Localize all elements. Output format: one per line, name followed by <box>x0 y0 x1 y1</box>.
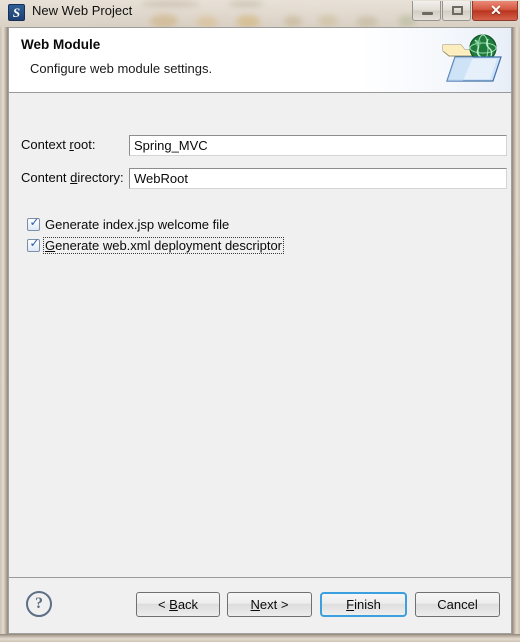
title-bar[interactable]: S New Web Project ✕ <box>0 0 520 27</box>
cancel-button[interactable]: Cancel <box>415 592 500 617</box>
next-button[interactable]: Next > <box>227 592 312 617</box>
window-frame-right <box>512 27 520 642</box>
myeclipse-icon[interactable]: S <box>8 4 25 21</box>
close-button[interactable]: ✕ <box>472 1 518 21</box>
content-directory-input[interactable] <box>129 168 507 189</box>
page-title: Web Module <box>21 37 101 52</box>
minimize-button[interactable] <box>412 1 441 21</box>
back-button[interactable]: < Back <box>136 592 220 617</box>
generate-index-jsp-checkbox[interactable]: ✓ <box>27 215 40 231</box>
window-frame-left <box>0 27 8 642</box>
window-controls: ✕ <box>412 1 518 21</box>
finish-button[interactable]: Finish <box>320 592 407 617</box>
page-description: Configure web module settings. <box>30 61 213 76</box>
wizard-header: Web Module Configure web module settings… <box>9 28 511 93</box>
close-icon: ✕ <box>490 2 502 18</box>
help-icon[interactable]: ? <box>26 591 52 617</box>
checkmark-icon: ✓ <box>29 215 40 229</box>
maximize-icon <box>452 6 463 15</box>
web-folder-globe-icon <box>442 34 502 82</box>
minimize-icon <box>422 12 433 15</box>
dialog-client-area: Web Module Configure web module settings… <box>8 27 512 634</box>
checkbox-row-generate-web-xml[interactable]: ✓ Generate web.xml deployment descriptor <box>9 236 511 256</box>
generate-web-xml-checkbox[interactable]: ✓ <box>27 236 40 252</box>
field-row-context-root: Context root: <box>9 135 511 157</box>
dialog-button-bar: ? < Back Next > Finish Cancel <box>9 577 511 633</box>
generate-web-xml-label: Generate web.xml deployment descriptor <box>42 237 285 254</box>
wizard-body: Context root: Content directory: ✓ Gener… <box>9 94 511 577</box>
checkbox-row-generate-index-jsp[interactable]: ✓ Generate index.jsp welcome file <box>9 215 511 235</box>
maximize-button[interactable] <box>442 1 471 21</box>
window-title: New Web Project <box>32 3 133 18</box>
checkmark-icon: ✓ <box>29 236 40 250</box>
field-row-content-directory: Content directory: <box>9 168 511 190</box>
context-root-label: Context root: <box>21 137 96 152</box>
content-directory-label: Content directory: <box>21 170 124 185</box>
dialog-window: S New Web Project ✕ Web Module Configure… <box>0 0 520 642</box>
context-root-input[interactable] <box>129 135 507 156</box>
window-frame-bottom <box>0 634 520 642</box>
app-icon-glyph: S <box>12 5 21 20</box>
generate-index-jsp-label: Generate index.jsp welcome file <box>45 217 230 232</box>
